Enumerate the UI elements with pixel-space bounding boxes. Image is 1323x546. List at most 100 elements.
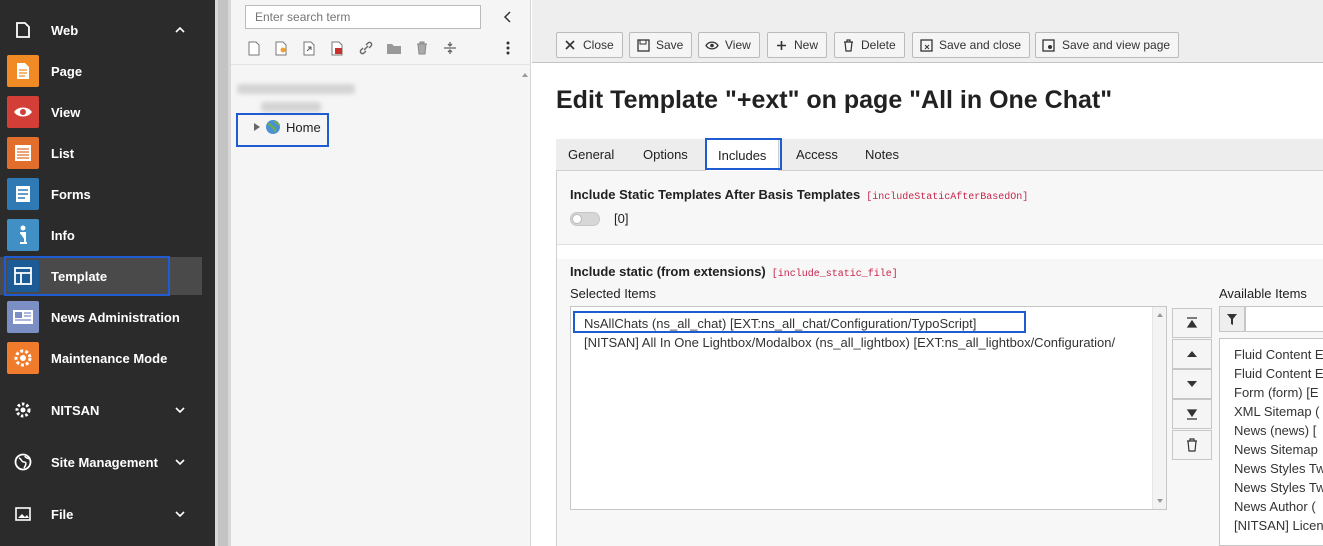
- move-down-button[interactable]: [1172, 369, 1212, 399]
- tab-notes[interactable]: Notes: [853, 139, 911, 171]
- sidebar-item-label: NITSAN: [51, 402, 100, 418]
- static-after-fieldset: Include Static Templates After Basis Tem…: [557, 171, 1323, 245]
- sidebar-item-template[interactable]: Template: [0, 257, 202, 295]
- new-page-user-icon[interactable]: [273, 39, 291, 57]
- list-item[interactable]: News Author (: [1234, 499, 1316, 514]
- sidebar-item-page[interactable]: Page: [0, 52, 215, 90]
- available-filter-input[interactable]: [1245, 306, 1323, 332]
- static-after-heading: Include Static Templates After Basis Tem…: [570, 187, 1028, 203]
- available-items-list[interactable]: Fluid Content E Fluid Content E Form (fo…: [1219, 338, 1323, 546]
- page-tree: Home: [231, 64, 531, 546]
- sidebar-item-news-administration[interactable]: News Administration: [0, 298, 215, 336]
- sidebar-item-maintenance-mode[interactable]: Maintenance Mode: [0, 339, 215, 377]
- tab-general[interactable]: General: [556, 139, 626, 171]
- static-after-value: [0]: [614, 211, 629, 226]
- sidebar-item-list[interactable]: List: [0, 134, 215, 172]
- sidebar-item-web[interactable]: Web: [0, 11, 215, 49]
- move-to-top-button[interactable]: [1172, 308, 1212, 338]
- chevron-down-icon[interactable]: [175, 405, 185, 415]
- move-down-icon: [1187, 381, 1197, 387]
- sidebar-item-info[interactable]: Info: [0, 216, 215, 254]
- link-icon[interactable]: [357, 39, 375, 57]
- folder-icon[interactable]: [385, 39, 403, 57]
- list-item[interactable]: Fluid Content E: [1234, 347, 1323, 362]
- new-mount-point-icon[interactable]: [329, 39, 347, 57]
- sidebar-item-site-management[interactable]: Site Management: [0, 443, 215, 481]
- sidebar-item-label: Info: [51, 227, 75, 243]
- filter-button[interactable]: [1219, 306, 1245, 332]
- list-item[interactable]: News Sitemap: [1234, 442, 1318, 457]
- collapse-tree-icon[interactable]: [501, 9, 515, 25]
- chevron-up-icon[interactable]: [175, 25, 185, 35]
- tab-access[interactable]: Access: [784, 139, 850, 171]
- page-tree-panel: Home: [231, 0, 531, 546]
- view-button[interactable]: View: [698, 32, 760, 58]
- save-view-label: Save and view page: [1062, 38, 1171, 52]
- move-bottom-icon: [1186, 409, 1198, 420]
- new-page-icon[interactable]: [245, 39, 263, 57]
- selected-items-list[interactable]: NsAllChats (ns_all_chat) [EXT:ns_all_cha…: [570, 306, 1167, 510]
- content-area: Close Save View New Delete Save and clos…: [532, 0, 1323, 546]
- include-static-heading: Include static (from extensions) [include…: [570, 264, 898, 280]
- list-item[interactable]: [NITSAN] Licen: [1234, 518, 1323, 533]
- trash-icon: [1187, 438, 1197, 452]
- list-item[interactable]: Fluid Content E: [1234, 366, 1323, 381]
- eye-icon: [7, 96, 39, 128]
- sidebar-item-label: Forms: [51, 186, 91, 202]
- list-item[interactable]: News (news) [: [1234, 423, 1316, 438]
- image-icon: [7, 498, 39, 530]
- available-items-label: Available Items: [1219, 286, 1307, 301]
- new-shortcut-icon[interactable]: [301, 39, 319, 57]
- tree-search-input[interactable]: [245, 5, 481, 29]
- remove-item-button[interactable]: [1172, 430, 1212, 460]
- scroll-up-icon[interactable]: [519, 69, 531, 81]
- static-after-code: [includeStaticAfterBasedOn]: [866, 192, 1029, 203]
- list-item[interactable]: XML Sitemap (: [1234, 404, 1320, 419]
- chevron-down-icon[interactable]: [175, 457, 185, 467]
- list-item[interactable]: [NITSAN] All In One Lightbox/Modalbox (n…: [584, 335, 1115, 350]
- save-and-view-button[interactable]: Save and view page: [1035, 32, 1180, 58]
- globe-icon: [7, 446, 39, 478]
- list-item[interactable]: Form (form) [E: [1234, 385, 1319, 400]
- save-button[interactable]: Save: [629, 32, 693, 58]
- plus-icon: [774, 38, 788, 52]
- sidebar-item-label: Page: [51, 63, 83, 79]
- close-button[interactable]: Close: [556, 32, 623, 58]
- new-button[interactable]: New: [767, 32, 828, 58]
- tree-node-label: Home: [286, 119, 321, 135]
- include-static-label: Include static (from extensions): [570, 264, 766, 279]
- save-close-label: Save and close: [939, 38, 1022, 52]
- move-top-icon: [1186, 317, 1198, 328]
- static-after-toggle[interactable]: [570, 212, 600, 226]
- sidebar-item-forms[interactable]: Forms: [0, 175, 215, 213]
- more-options-icon[interactable]: [499, 39, 517, 57]
- sidebar-item-file[interactable]: File: [0, 495, 215, 533]
- list-item[interactable]: News Styles Tw: [1234, 461, 1323, 476]
- delete-button[interactable]: Delete: [834, 32, 905, 58]
- recycler-icon[interactable]: [413, 39, 431, 57]
- sidebar-item-label: Web: [51, 22, 79, 38]
- list-item[interactable]: News Styles Tw: [1234, 480, 1323, 495]
- scroll-down-icon[interactable]: [1153, 495, 1167, 507]
- sidebar-item-label: Site Management: [51, 454, 158, 470]
- selected-list-scrollbar[interactable]: [1152, 307, 1166, 509]
- sidebar-item-nitsan[interactable]: NITSAN: [0, 391, 215, 429]
- scroll-up-icon[interactable]: [1153, 309, 1167, 321]
- sidebar-item-view[interactable]: View: [0, 93, 215, 131]
- sidebar-resizer[interactable]: [215, 0, 231, 546]
- move-to-bottom-button[interactable]: [1172, 399, 1212, 429]
- separator-icon[interactable]: [441, 39, 459, 57]
- module-sidebar: Web Page View List Forms Info Template N…: [0, 0, 215, 546]
- save-and-close-button[interactable]: Save and close: [912, 32, 1031, 58]
- tab-bar: General Options Includes Access Notes: [556, 139, 1323, 172]
- eye-icon: [705, 38, 719, 52]
- chevron-down-icon[interactable]: [175, 509, 185, 519]
- list-item[interactable]: NsAllChats (ns_all_chat) [EXT:ns_all_cha…: [584, 316, 976, 331]
- sidebar-item-label: View: [51, 104, 81, 120]
- tree-node-home[interactable]: Home: [252, 117, 321, 137]
- tab-includes[interactable]: Includes: [705, 139, 780, 172]
- blurred-node: [261, 102, 321, 112]
- move-up-button[interactable]: [1172, 339, 1212, 369]
- tab-options[interactable]: Options: [631, 139, 700, 171]
- expand-arrow-icon[interactable]: [252, 122, 262, 132]
